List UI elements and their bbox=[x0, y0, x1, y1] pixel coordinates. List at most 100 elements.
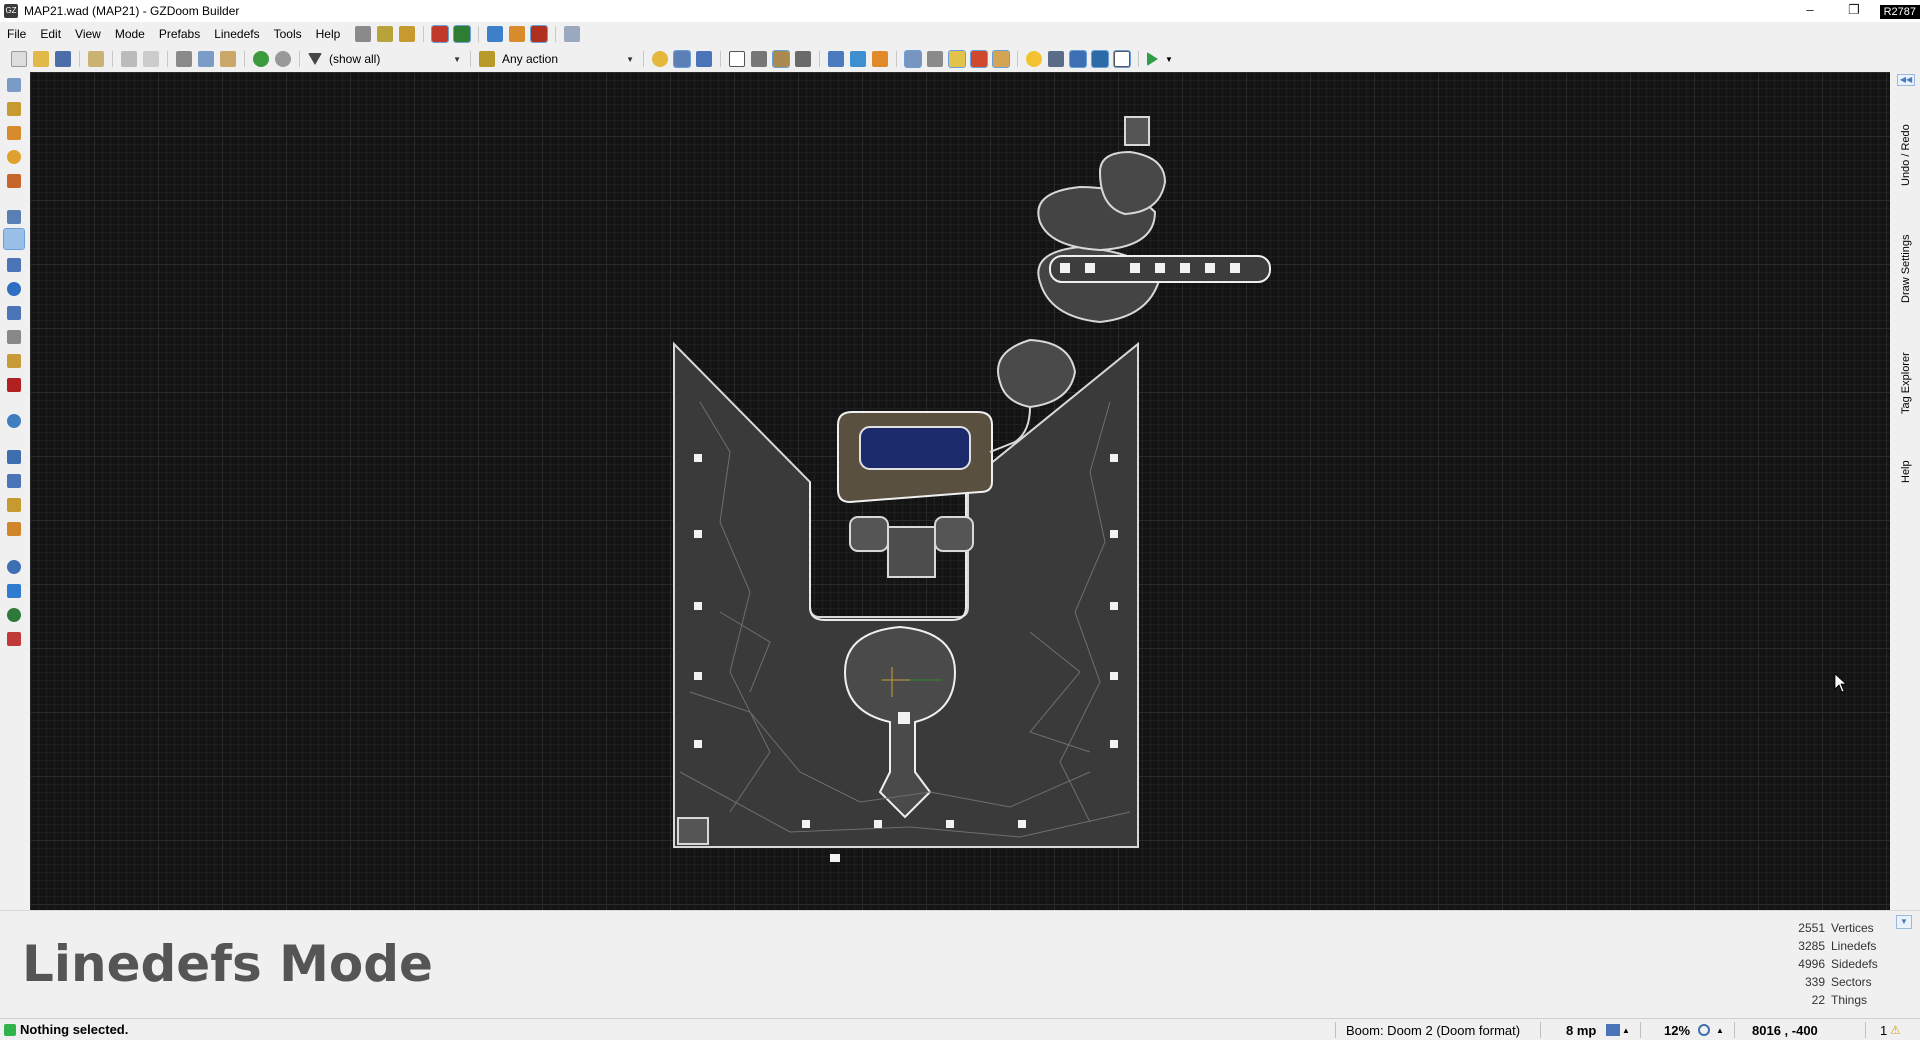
models-icon[interactable] bbox=[904, 50, 922, 68]
brightness-icon[interactable] bbox=[652, 51, 668, 67]
fog-icon[interactable] bbox=[948, 50, 966, 68]
event-lines-icon[interactable] bbox=[992, 50, 1010, 68]
menu-file[interactable]: File bbox=[0, 24, 33, 44]
make-sectors-icon[interactable] bbox=[7, 306, 21, 320]
map-canvas[interactable] bbox=[30, 72, 1890, 910]
check-map-icon[interactable] bbox=[7, 584, 21, 598]
draw-lines-icon[interactable] bbox=[7, 78, 21, 92]
info-icon[interactable] bbox=[1113, 50, 1131, 68]
things-mode-icon[interactable] bbox=[7, 282, 21, 296]
stat-linedefs: 3285 Linedefs bbox=[1798, 939, 1877, 953]
sound-propagation-icon[interactable] bbox=[7, 354, 21, 368]
view-brightness-icon[interactable] bbox=[751, 51, 767, 67]
menu-bar: File Edit View Mode Prefabs Linedefs Too… bbox=[0, 24, 583, 44]
chevron-up-icon[interactable]: ▲ bbox=[1622, 1022, 1630, 1038]
chevron-down-icon[interactable]: ▼ bbox=[1165, 55, 1173, 64]
restore-button[interactable]: ❐ bbox=[1832, 0, 1876, 22]
map-options-icon[interactable] bbox=[355, 26, 372, 42]
game-configuration[interactable]: Boom: Doom 2 (Doom format) bbox=[1346, 1022, 1520, 1038]
sector-brightness-icon[interactable] bbox=[509, 26, 526, 42]
chevron-down-icon: ▼ bbox=[453, 54, 461, 64]
undo-icon[interactable] bbox=[121, 51, 137, 67]
menu-linedefs[interactable]: Linedefs bbox=[207, 24, 266, 44]
draw-ellipse-icon[interactable] bbox=[7, 150, 21, 164]
map-statistics: 2551 Vertices 3285 Linedefs 4996 Sidedefs 3… bbox=[1780, 919, 1900, 1009]
screenshot-icon[interactable] bbox=[1048, 51, 1064, 67]
new-map-icon[interactable] bbox=[11, 51, 27, 67]
save-map-icon[interactable] bbox=[55, 51, 71, 67]
grid-icon[interactable] bbox=[673, 50, 691, 68]
merge-geometry-icon[interactable] bbox=[828, 51, 844, 67]
slope-mode-icon[interactable] bbox=[7, 450, 21, 464]
stat-things: 22 Things bbox=[1811, 993, 1868, 1007]
dock-collapse-icon[interactable]: ◀◀ bbox=[1897, 74, 1915, 86]
menu-mode[interactable]: Mode bbox=[108, 24, 152, 44]
view-ceilings-icon[interactable] bbox=[795, 51, 811, 67]
things-filter-select[interactable]: (show all) ▼ bbox=[325, 51, 465, 67]
map-analysis-icon[interactable] bbox=[1091, 50, 1109, 68]
paste-icon[interactable] bbox=[220, 51, 236, 67]
chevron-up-icon[interactable]: ▲ bbox=[1716, 1022, 1724, 1038]
split-joined-sectors-icon[interactable] bbox=[850, 51, 866, 67]
draw-slope-icon[interactable] bbox=[7, 474, 21, 488]
bridge-mode-icon[interactable] bbox=[7, 498, 21, 512]
open-map-icon[interactable] bbox=[33, 51, 49, 67]
copy-icon[interactable] bbox=[198, 51, 214, 67]
warnings-count[interactable]: 1 bbox=[1880, 1022, 1887, 1038]
window-title: MAP21.wad (MAP21) - GZDoom Builder bbox=[24, 4, 240, 18]
view-normal-icon[interactable] bbox=[729, 51, 745, 67]
tab-undo-redo[interactable]: Undo / Redo bbox=[1892, 100, 1920, 210]
snap-icon[interactable] bbox=[696, 51, 712, 67]
draw-grid-icon[interactable] bbox=[7, 174, 21, 188]
edit-selection-icon[interactable] bbox=[7, 330, 21, 344]
stat-vertices: 2551 Vertices bbox=[1798, 921, 1874, 935]
view-floors-icon[interactable] bbox=[772, 50, 790, 68]
light-bulb-icon[interactable] bbox=[1026, 51, 1042, 67]
snap-vertices-icon[interactable] bbox=[7, 522, 21, 536]
dynamic-lights-icon[interactable] bbox=[927, 51, 943, 67]
color-picker-icon[interactable] bbox=[7, 632, 21, 646]
auto-merge-icon[interactable] bbox=[872, 51, 888, 67]
visual-mode-icon[interactable] bbox=[7, 378, 21, 392]
sectors-mode-icon[interactable] bbox=[7, 258, 21, 272]
cut-icon[interactable] bbox=[176, 51, 192, 67]
grid-size[interactable]: 8 mp bbox=[1566, 1022, 1596, 1038]
action-filter-select[interactable]: Any action ▼ bbox=[498, 51, 638, 67]
zoom-level[interactable]: 12% bbox=[1664, 1022, 1690, 1038]
info-panel-collapse-icon[interactable]: ▼ bbox=[1896, 915, 1912, 929]
test-play-icon[interactable] bbox=[1147, 52, 1158, 66]
warning-icon[interactable]: ⚠ bbox=[1890, 1022, 1901, 1038]
info-panel-icon[interactable] bbox=[1069, 50, 1087, 68]
curve-lines-icon[interactable] bbox=[487, 26, 504, 42]
script-editor-icon[interactable] bbox=[377, 26, 394, 42]
draw-rectangle-icon[interactable] bbox=[7, 126, 21, 140]
sky-icon[interactable] bbox=[970, 50, 988, 68]
tag-icon[interactable] bbox=[564, 26, 581, 42]
resources-icon[interactable] bbox=[399, 26, 416, 42]
tab-draw-settings[interactable]: Draw Settings bbox=[1892, 214, 1920, 324]
vertices-mode-icon[interactable] bbox=[7, 210, 21, 224]
menu-view[interactable]: View bbox=[68, 24, 108, 44]
draw-curve-icon[interactable] bbox=[7, 102, 21, 116]
gradient-icon[interactable] bbox=[530, 25, 549, 43]
things-filter-off-icon[interactable] bbox=[275, 51, 291, 67]
stat-sectors: 339 Sectors bbox=[1804, 975, 1872, 989]
menu-tools[interactable]: Tools bbox=[267, 24, 309, 44]
minimize-button[interactable]: – bbox=[1788, 0, 1832, 22]
insert-prefab-icon[interactable] bbox=[88, 51, 104, 67]
linedefs-mode-icon[interactable] bbox=[3, 228, 25, 250]
menu-edit[interactable]: Edit bbox=[33, 24, 68, 44]
menu-prefabs[interactable]: Prefabs bbox=[152, 24, 207, 44]
tab-help[interactable]: Help bbox=[1892, 442, 1920, 502]
things-filter-icon[interactable] bbox=[253, 51, 269, 67]
3d-floor-mode-icon[interactable] bbox=[7, 414, 21, 428]
menu-help[interactable]: Help bbox=[309, 24, 348, 44]
find-replace-icon[interactable] bbox=[7, 560, 21, 574]
magnifier-icon[interactable] bbox=[1698, 1024, 1710, 1036]
texture-browser-icon[interactable] bbox=[453, 25, 472, 43]
test-map-icon[interactable] bbox=[431, 25, 450, 43]
tab-tag-explorer[interactable]: Tag Explorer bbox=[1892, 328, 1920, 438]
redo-icon[interactable] bbox=[143, 51, 159, 67]
grid-icon[interactable] bbox=[1606, 1024, 1620, 1036]
sound-environment-icon[interactable] bbox=[7, 608, 21, 622]
